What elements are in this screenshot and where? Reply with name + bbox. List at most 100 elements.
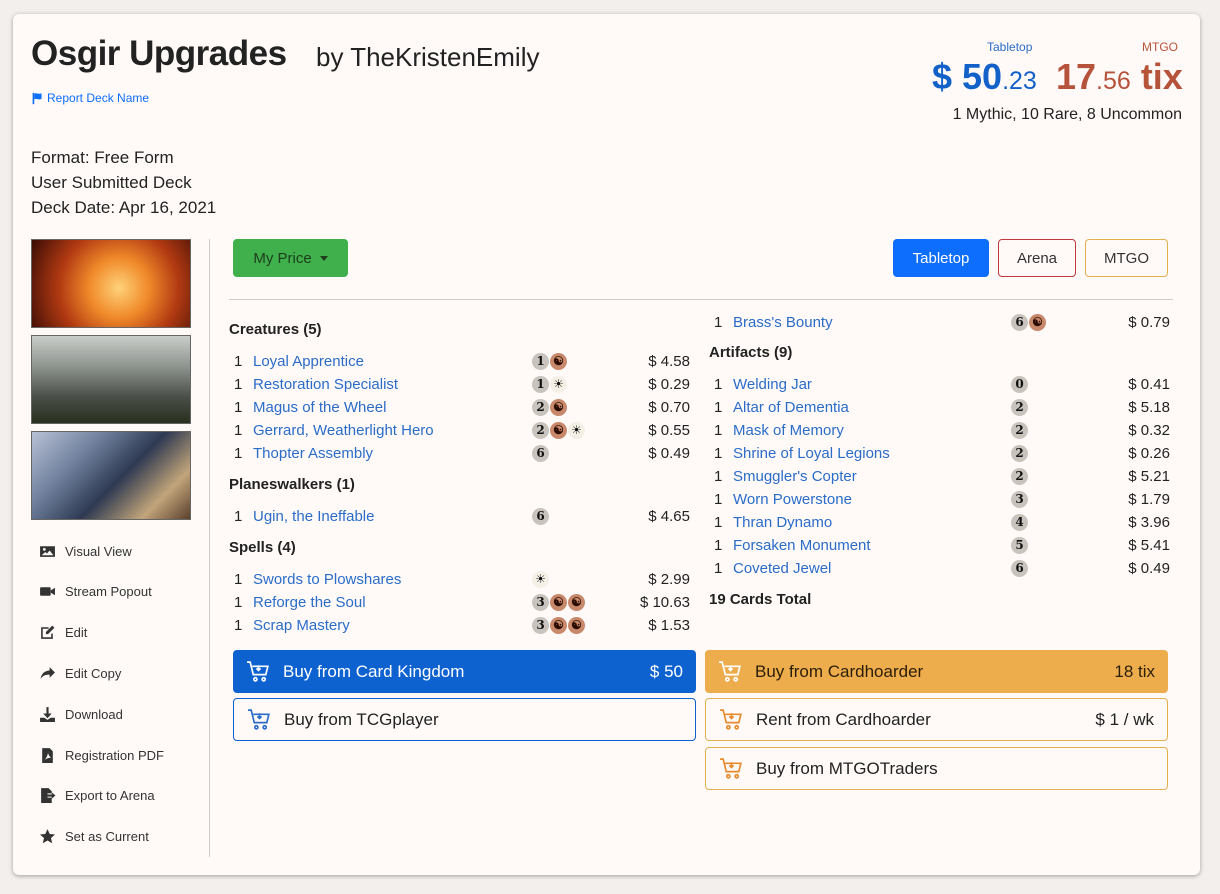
section-header-planeswalkers: Planeswalkers (1)	[229, 476, 355, 493]
generic-mana-icon: 2	[1011, 467, 1028, 485]
mana-cost: 2 ☯	[532, 398, 567, 416]
report-label: Report Deck Name	[47, 91, 150, 105]
sidebar-divider	[209, 239, 210, 857]
card-name-link[interactable]: Reforge the Soul	[253, 594, 366, 611]
card-qty: 1	[714, 398, 723, 416]
tabletop-format-button[interactable]: Tabletop	[893, 239, 989, 277]
deck-thumbnail-1[interactable]	[31, 239, 191, 328]
card-name-link[interactable]: Thran Dynamo	[733, 514, 832, 531]
card-qty: 1	[714, 444, 723, 462]
buy-tcgplayer-button[interactable]: Buy from TCGplayer	[233, 698, 696, 741]
mtgo-price-unit: tix	[1130, 56, 1183, 97]
buy-label: Rent from Cardhoarder	[756, 709, 931, 729]
cart-icon	[247, 661, 269, 682]
my-price-dropdown[interactable]: My Price	[233, 239, 348, 277]
card-name-link[interactable]: Thopter Assembly	[253, 445, 373, 462]
card-qty: 1	[714, 421, 723, 439]
card-price: $ 0.55	[648, 421, 690, 439]
white-mana-icon: ☀	[532, 570, 549, 588]
card-name-link[interactable]: Brass's Bounty	[733, 314, 833, 331]
card-qty: 1	[234, 616, 243, 634]
generic-mana-icon: 5	[1011, 536, 1028, 554]
sidebar-item-registration-pdf[interactable]: Registration PDF	[39, 747, 164, 764]
card-qty: 1	[714, 559, 723, 577]
mana-cost: 6 ☯	[1011, 313, 1046, 331]
buy-card-kingdom-button[interactable]: Buy from Card Kingdom $ 50	[233, 650, 696, 693]
toolbar-divider	[229, 299, 1173, 300]
buy-cardhoarder-button[interactable]: Buy from Cardhoarder 18 tix	[705, 650, 1168, 693]
card-row: 1 Shrine of Loyal Legions 2 $ 0.26	[714, 443, 1170, 463]
report-deck-name-link[interactable]: Report Deck Name	[31, 91, 149, 105]
generic-mana-icon: 6	[532, 444, 549, 462]
pdf-icon	[42, 748, 53, 763]
card-name-link[interactable]: Restoration Specialist	[253, 376, 398, 393]
card-row: 1 Forsaken Monument 5 $ 5.41	[714, 535, 1170, 555]
generic-mana-icon: 2	[1011, 398, 1028, 416]
card-name-link[interactable]: Loyal Apprentice	[253, 353, 364, 370]
card-price: $ 0.29	[648, 375, 690, 393]
card-name-link[interactable]: Ugin, the Ineffable	[253, 508, 374, 525]
share-icon	[40, 667, 55, 679]
deck-title: Osgir Upgrades	[31, 34, 287, 73]
mana-cost: 5	[1011, 536, 1028, 554]
rent-cardhoarder-button[interactable]: Rent from Cardhoarder $ 1 / wk	[705, 698, 1168, 741]
cards-total: 19 Cards Total	[709, 591, 812, 608]
card-name-link[interactable]: Altar of Dementia	[733, 399, 849, 416]
cart-icon	[720, 709, 742, 730]
sidebar-item-label: Registration PDF	[65, 748, 164, 763]
red-mana-icon: ☯	[550, 616, 567, 634]
card-qty: 1	[714, 375, 723, 393]
rarity-summary: 1 Mythic, 10 Rare, 8 Uncommon	[952, 106, 1182, 123]
sidebar-item-stream-popout[interactable]: Stream Popout	[39, 583, 152, 600]
sidebar-item-label: Download	[65, 707, 123, 722]
sidebar-item-edit-copy[interactable]: Edit Copy	[39, 665, 121, 682]
card-row: 1 Mask of Memory 2 $ 0.32	[714, 420, 1170, 440]
generic-mana-icon: 3	[532, 593, 549, 611]
sidebar-item-label: Stream Popout	[65, 584, 152, 599]
star-icon	[39, 829, 56, 844]
deck-thumbnail-3[interactable]	[31, 431, 191, 520]
deck-thumbnail-2[interactable]	[31, 335, 191, 424]
mana-cost: 2 ☯ ☀	[532, 421, 585, 439]
sidebar-item-visual-view[interactable]: Visual View	[39, 543, 132, 560]
buy-mtgotraders-button[interactable]: Buy from MTGOTraders	[705, 747, 1168, 790]
generic-mana-icon: 6	[532, 507, 549, 525]
card-name-link[interactable]: Coveted Jewel	[733, 560, 831, 577]
card-name-link[interactable]: Forsaken Monument	[733, 537, 871, 554]
card-name-link[interactable]: Scrap Mastery	[253, 617, 350, 634]
card-name-link[interactable]: Shrine of Loyal Legions	[733, 445, 890, 462]
card-price: $ 4.65	[648, 507, 690, 525]
card-qty: 1	[234, 593, 243, 611]
card-row: 1 Swords to Plowshares ☀ $ 2.99	[234, 569, 690, 589]
card-name-link[interactable]: Smuggler's Copter	[733, 468, 857, 485]
red-mana-icon: ☯	[550, 352, 567, 370]
sidebar-item-edit[interactable]: Edit	[39, 624, 87, 641]
sidebar-item-set-as-current[interactable]: Set as Current	[39, 828, 149, 845]
deck-format: Format: Free Form	[31, 148, 174, 167]
generic-mana-icon: 2	[532, 421, 549, 439]
card-row: 1 Scrap Mastery 3 ☯ ☯ $ 1.53	[234, 615, 690, 635]
sidebar-item-download[interactable]: Download	[39, 706, 123, 723]
card-name-link[interactable]: Magus of the Wheel	[253, 399, 386, 416]
sidebar-item-label: Edit Copy	[65, 666, 122, 681]
mtgo-format-button[interactable]: MTGO	[1085, 239, 1168, 277]
buy-label: Buy from MTGOTraders	[756, 758, 938, 778]
card-name-link[interactable]: Welding Jar	[733, 376, 812, 393]
card-qty: 1	[234, 352, 243, 370]
card-price: $ 5.18	[1128, 398, 1170, 416]
sidebar-item-export-to-arena[interactable]: Export to Arena	[39, 787, 155, 804]
card-name-link[interactable]: Worn Powerstone	[733, 491, 852, 508]
card-price: $ 5.21	[1128, 467, 1170, 485]
card-name-link[interactable]: Gerrard, Weatherlight Hero	[253, 422, 434, 439]
arena-format-button[interactable]: Arena	[998, 239, 1076, 277]
tabletop-price-cents: .23	[1002, 67, 1037, 95]
white-mana-icon: ☀	[568, 421, 585, 439]
card-name-link[interactable]: Mask of Memory	[733, 422, 844, 439]
card-name-link[interactable]: Swords to Plowshares	[253, 571, 401, 588]
mana-cost: 2	[1011, 421, 1028, 439]
mana-cost: 3 ☯ ☯	[532, 616, 585, 634]
red-mana-icon: ☯	[550, 421, 567, 439]
card-qty: 1	[714, 513, 723, 531]
deck-author: by TheKristenEmily	[316, 42, 540, 72]
mana-cost: 1 ☯	[532, 352, 567, 370]
